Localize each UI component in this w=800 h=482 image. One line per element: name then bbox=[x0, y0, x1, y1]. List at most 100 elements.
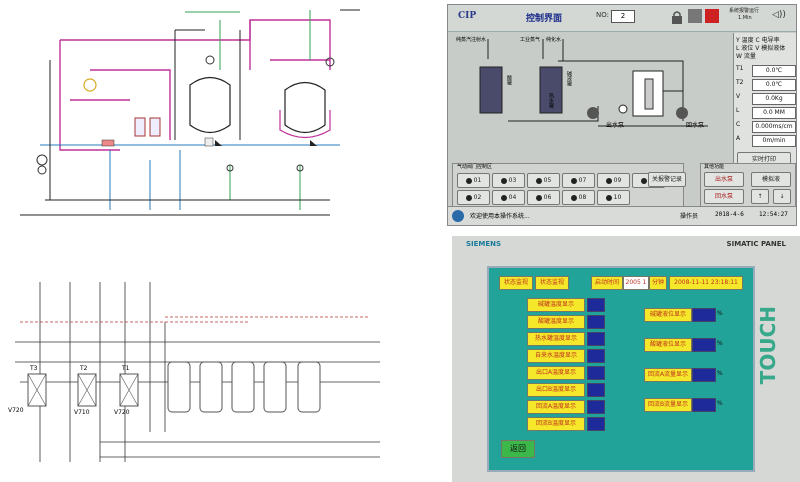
temp-value-box bbox=[587, 400, 605, 414]
temp-row-label: 自来水温度显示 bbox=[527, 349, 585, 363]
level-unit: % bbox=[717, 340, 723, 347]
temp-value-box bbox=[587, 349, 605, 363]
label-t3: T3 bbox=[29, 365, 38, 372]
return-pump-label: 回水泵 bbox=[686, 122, 705, 129]
siemens-brand: SIEMENS bbox=[466, 240, 502, 248]
param-row: T1 0.0℃ bbox=[736, 65, 796, 77]
param-row: T2 0.0℃ bbox=[736, 79, 796, 91]
valve-button-08[interactable]: 08 bbox=[562, 190, 595, 205]
pid-piping-drawing bbox=[20, 9, 360, 216]
app-name: CIP bbox=[458, 11, 477, 21]
tank-label-hot-water: 热水罐 bbox=[548, 93, 554, 108]
temp-value-box bbox=[587, 298, 605, 312]
valve-button-04[interactable]: 04 bbox=[492, 190, 525, 205]
status-message: 欢迎使用本操作系统... bbox=[470, 213, 530, 220]
feed-label-purified-water: 纯化水 bbox=[546, 37, 562, 43]
label-v720-b: V720 bbox=[114, 409, 130, 416]
globe-icon[interactable] bbox=[452, 210, 464, 222]
folder-icon[interactable] bbox=[688, 9, 702, 23]
flow-unit: % bbox=[717, 400, 723, 407]
valve-section-title: 气动阀门控制区 bbox=[457, 164, 493, 170]
level-value-box bbox=[692, 338, 716, 352]
level-row-label: 酸罐液位显示 bbox=[644, 338, 692, 352]
temp-value-box bbox=[587, 366, 605, 380]
temp-row-label: 热水罐温度显示 bbox=[527, 332, 585, 346]
lock-icon[interactable] bbox=[670, 9, 684, 24]
speaker-icon[interactable]: ◁)) bbox=[772, 10, 786, 20]
cip-process-mimic bbox=[479, 39, 708, 127]
param-row: V 0.0Kg bbox=[736, 93, 796, 105]
valve-button-05[interactable]: 05 bbox=[527, 173, 560, 188]
label-v720-a: V720 bbox=[8, 407, 24, 414]
alarm-record-button[interactable]: 关报警记录 bbox=[648, 172, 686, 187]
time-display: 12:54:27 bbox=[759, 211, 788, 218]
param-row: C 0.000ms/cm bbox=[736, 121, 796, 133]
cip-hmi-screen: CIP 控制界面 NO: 2 ◁)) 系统报警运行 1.Min 纯蒸汽注射水 工… bbox=[447, 4, 797, 226]
label-t1: T1 bbox=[121, 365, 130, 372]
flow-row-label: 回流A流量显示 bbox=[644, 368, 692, 382]
valve-button-10[interactable]: 10 bbox=[597, 190, 630, 205]
pipeline-schematic: T3 T2 T1 V720 V710 V720 bbox=[8, 282, 380, 462]
supply-pump-label: 出水泵 bbox=[606, 122, 625, 129]
temp-row-label: 出口B温度显示 bbox=[527, 383, 585, 397]
up-button[interactable]: ↑ bbox=[751, 189, 769, 204]
temp-value-box bbox=[587, 332, 605, 346]
status-monitor-button-2[interactable]: 状态监视 bbox=[535, 276, 569, 290]
temp-row-label: 碱罐温度显示 bbox=[527, 298, 585, 312]
touch-label: TOUCH bbox=[756, 306, 780, 385]
minute-label: 分钟 bbox=[649, 276, 667, 290]
down-button[interactable]: ↓ bbox=[773, 189, 791, 204]
valve-button-09[interactable]: 09 bbox=[597, 173, 630, 188]
level-row-label: 碱罐液位显示 bbox=[644, 308, 692, 322]
valve-button-02[interactable]: 02 bbox=[457, 190, 490, 205]
flow-value-box bbox=[692, 368, 716, 382]
flow-unit: % bbox=[717, 370, 723, 377]
run-minute-text: 1.Min bbox=[738, 15, 752, 21]
flow-row-label: 回流B流量显示 bbox=[644, 398, 692, 412]
feed-label-industrial-steam: 工业蒸气 bbox=[520, 37, 541, 43]
temp-row-label: 回流B温度显示 bbox=[527, 417, 585, 431]
no-label: NO: bbox=[596, 11, 609, 19]
piping-drawing-bottom-left: T3 T2 T1 V720 V710 V720 bbox=[0, 262, 402, 482]
system-alarm-text: 系统报警运行 bbox=[729, 8, 760, 14]
simatic-panel-label: SIMATIC PANEL bbox=[726, 240, 786, 248]
valve-button-07[interactable]: 07 bbox=[562, 173, 595, 188]
operator-label[interactable]: 操作员 bbox=[680, 211, 698, 220]
supply-pump-button[interactable]: 出水泵 bbox=[704, 172, 744, 187]
valve-button-06[interactable]: 06 bbox=[527, 190, 560, 205]
simulate-button[interactable]: 模拟液 bbox=[751, 172, 791, 187]
temp-value-box bbox=[587, 417, 605, 431]
legend-line-3: W 流量 bbox=[736, 53, 756, 60]
hmi-title-bar: CIP 控制界面 NO: 2 ◁)) 系统报警运行 1.Min bbox=[448, 5, 796, 32]
temp-row-label: 出口A温度显示 bbox=[527, 366, 585, 380]
level-value-box bbox=[692, 308, 716, 322]
date-display: 2018-4-6 bbox=[715, 211, 744, 218]
feed-label-steam: 纯蒸汽注射水 bbox=[456, 37, 487, 43]
touch-screen: 状态监视 状态监视 启动时间 2005 1 分钟 2008-11-11 23:1… bbox=[487, 266, 755, 472]
pid-diagram-top-left bbox=[0, 0, 402, 238]
temp-value-box bbox=[587, 383, 605, 397]
other-function-area: 其他功能 出水泵 回水泵 模拟液 ↑ ↓ bbox=[700, 163, 796, 207]
screen-title: 控制界面 bbox=[526, 14, 563, 24]
temp-row-label: 回流A温度显示 bbox=[527, 400, 585, 414]
valve-button-03[interactable]: 03 bbox=[492, 173, 525, 188]
param-row: A 0m/min bbox=[736, 135, 796, 147]
return-pump-button[interactable]: 回水泵 bbox=[704, 189, 744, 204]
flow-value-box bbox=[692, 398, 716, 412]
tank-label-acid: 酸罐 bbox=[506, 75, 512, 85]
param-row: L 0.0 MM bbox=[736, 107, 796, 119]
return-button[interactable]: 返回 bbox=[501, 440, 535, 458]
valve-button-01[interactable]: 01 bbox=[457, 173, 490, 188]
label-t2: T2 bbox=[79, 365, 88, 372]
siemens-panel: SIEMENS SIMATIC PANEL TOUCH 状态监视 状态监视 启动… bbox=[452, 236, 800, 482]
other-function-title: 其他功能 bbox=[704, 164, 725, 170]
start-time-value[interactable]: 2005 1 bbox=[623, 276, 649, 290]
start-time-label: 启动时间 bbox=[591, 276, 623, 290]
level-unit: % bbox=[717, 310, 723, 317]
status-monitor-button-1[interactable]: 状态监视 bbox=[499, 276, 533, 290]
status-bar: 欢迎使用本操作系统... 操作员 2018-4-6 12:54:27 bbox=[448, 206, 796, 225]
label-v710: V710 bbox=[74, 409, 90, 416]
alarm-icon[interactable] bbox=[705, 9, 719, 23]
tank-label-caustic: 碱液罐 bbox=[566, 71, 572, 86]
no-value-field[interactable]: 2 bbox=[611, 10, 635, 23]
